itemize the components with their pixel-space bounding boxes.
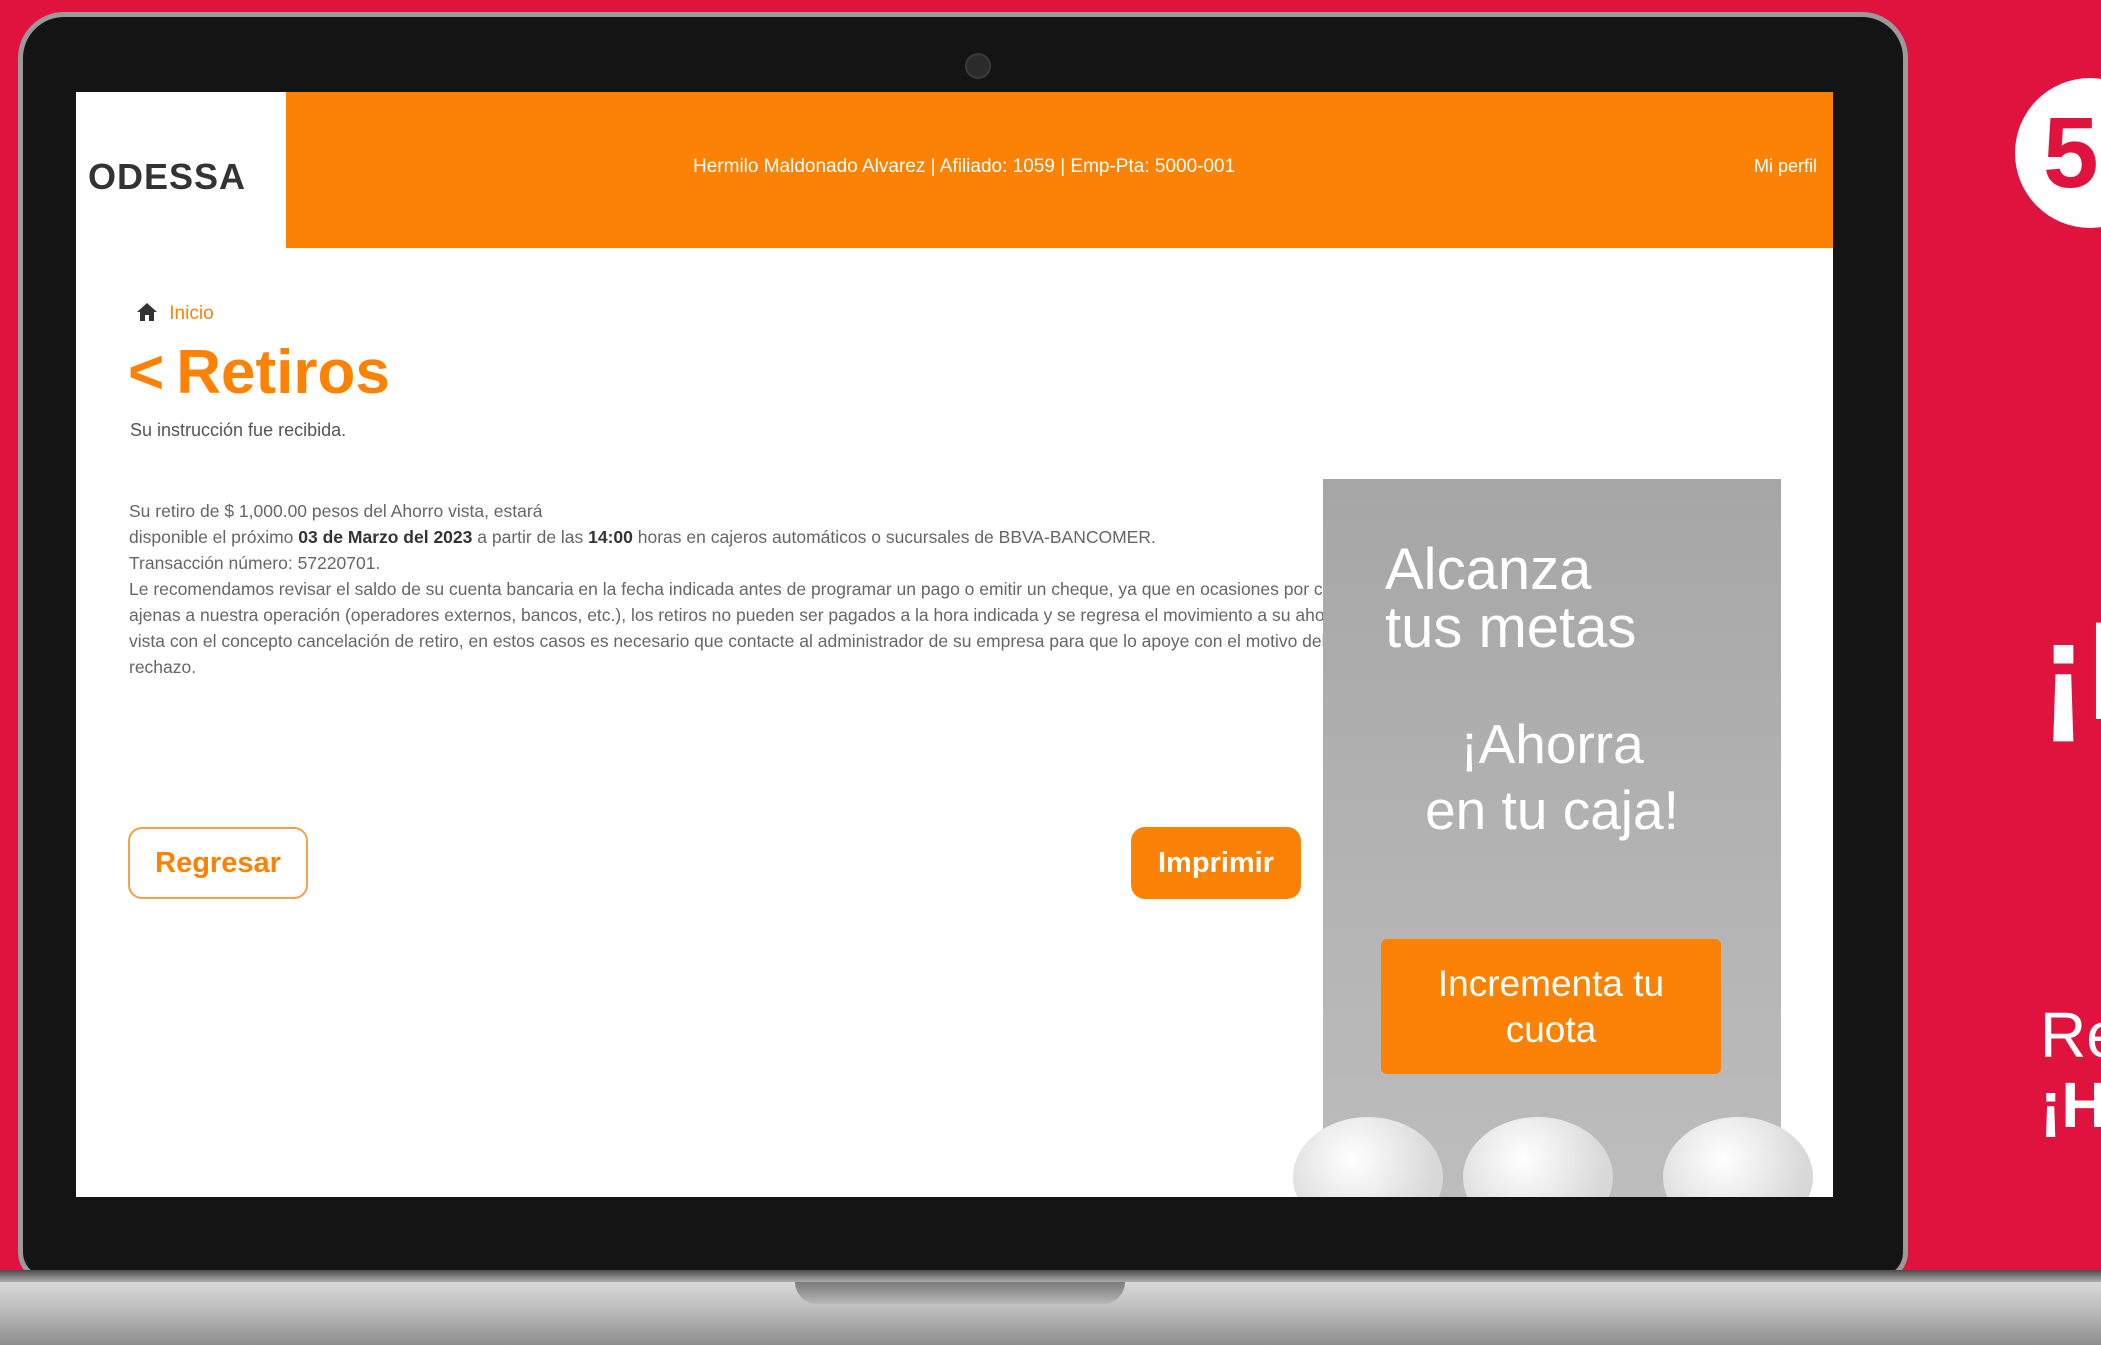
withdrawal-time: 14:00: [588, 527, 633, 547]
side-text-fragment-2: ¡H: [2040, 1069, 2101, 1141]
home-icon: [137, 303, 157, 321]
message-line1: Su retiro de $ 1,000.00 pesos del Ahorro…: [129, 501, 543, 521]
piggy-bank-image: [1293, 1117, 1443, 1197]
promo-banner[interactable]: Alcanza tus metas ¡Ahorra en tu caja! In…: [1293, 479, 1813, 1197]
piggy-bank-image: [1663, 1117, 1813, 1197]
page-subtitle: Su instrucción fue recibida.: [130, 420, 347, 440]
laptop-notch: [795, 1282, 1125, 1304]
side-text-fragment-1: Re: [2040, 999, 2101, 1071]
piggy-bank-image: [1463, 1117, 1613, 1197]
logo-box: ODESSA: [76, 92, 286, 248]
profile-link[interactable]: Mi perfil: [1754, 156, 1817, 177]
recommendation-text: Le recomendamos revisar el saldo de su c…: [129, 579, 1370, 677]
promo-tagline: ¡Ahorra en tu caja!: [1425, 713, 1679, 841]
increase-quota-button[interactable]: Incrementa tu cuota: [1381, 939, 1721, 1074]
odessa-logo[interactable]: ODESSA: [88, 156, 246, 198]
back-button[interactable]: Regresar: [128, 827, 308, 899]
step-number-badge: 5: [2015, 78, 2101, 228]
withdrawal-date: 03 de Marzo del 2023: [298, 527, 473, 547]
promo-headline: Alcanza tus metas: [1385, 537, 1637, 660]
user-info: Hermilo Maldonado Alvarez | Afiliado: 10…: [693, 156, 1236, 177]
app-screen: ODESSA Hermilo Maldonado Alvarez | Afili…: [76, 92, 1833, 1197]
breadcrumb[interactable]: Inicio: [136, 302, 214, 325]
message-line2: disponible el próximo 03 de Marzo del 20…: [129, 527, 1156, 547]
page-title-text: Retiros: [176, 338, 390, 407]
header-bar: ODESSA Hermilo Maldonado Alvarez | Afili…: [76, 92, 1833, 248]
transaction-number: Transacción número: 57220701.: [129, 553, 381, 573]
withdrawal-message: Su retiro de $ 1,000.00 pesos del Ahorro…: [129, 498, 1375, 680]
camera-icon: [965, 53, 991, 79]
breadcrumb-home-label[interactable]: Inicio: [169, 303, 213, 324]
back-chevron-icon[interactable]: <: [128, 338, 164, 407]
page-title: < Retiros: [128, 337, 390, 408]
print-button[interactable]: Imprimir: [1131, 827, 1301, 899]
side-heading-fragment: ¡I: [2040, 592, 2101, 749]
